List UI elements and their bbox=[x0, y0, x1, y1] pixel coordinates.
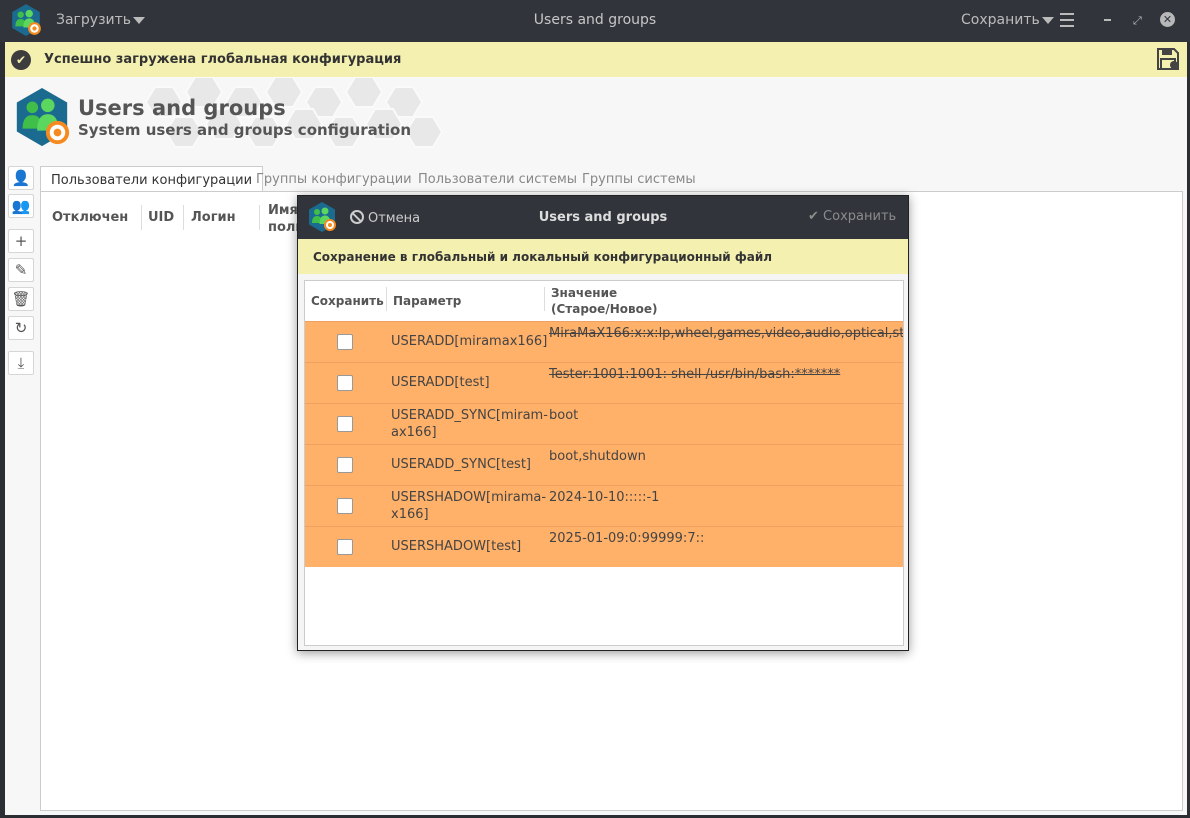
param-cell: USERADD[miramax166] bbox=[391, 334, 548, 349]
close-icon[interactable]: ✕ bbox=[1160, 12, 1175, 27]
value-cell: boot,shutdown bbox=[549, 449, 646, 464]
save-dialog: Отмена Users and groups ✔ Сохранить Сохр… bbox=[297, 195, 909, 651]
notification-bar: ✔ Успешно загружена глобальная конфигура… bbox=[5, 42, 1187, 77]
load-label: Загрузить bbox=[56, 12, 132, 28]
value-cell: Tester:1001:1001: shell /usr/bin/bash:**… bbox=[549, 367, 841, 382]
save-label: Сохранить bbox=[961, 12, 1040, 28]
add-icon[interactable]: + bbox=[8, 229, 34, 253]
row-checkbox[interactable] bbox=[337, 498, 353, 514]
row-checkbox[interactable] bbox=[337, 539, 353, 555]
param-cell: USERADD[test] bbox=[391, 375, 490, 390]
param-cell: USERSHADOW[mirama- x166] bbox=[391, 490, 547, 522]
row-checkbox[interactable] bbox=[337, 457, 353, 473]
cancel-button[interactable]: Отмена bbox=[350, 210, 420, 226]
refresh-icon[interactable]: ↻ bbox=[8, 316, 34, 340]
table-row[interactable]: USERADD[test] Tester:1001:1001: shell /u… bbox=[305, 362, 903, 403]
column-header-param[interactable]: Параметр bbox=[393, 293, 461, 309]
table-row[interactable]: USERADD[miramax166] MiraMaX166:x:x:lp,wh… bbox=[305, 321, 904, 362]
table-row[interactable]: USERADD_SYNC[test] boot,shutdown bbox=[305, 444, 903, 485]
app-logo-icon bbox=[306, 201, 338, 233]
users-groups-logo-icon bbox=[11, 85, 73, 149]
page-title: Users and groups bbox=[78, 96, 286, 120]
delete-icon[interactable]: 🗑 bbox=[8, 287, 34, 311]
tab-system-groups[interactable]: Группы системы bbox=[572, 166, 706, 193]
hamburger-menu-icon[interactable] bbox=[1060, 13, 1074, 27]
save-label: Сохранить bbox=[823, 209, 897, 224]
chevron-down-icon bbox=[1041, 16, 1054, 24]
dialog-notice-text: Сохранение в глобальный и локальный конф… bbox=[313, 250, 773, 264]
dialog-notice: Сохранение в глобальный и локальный конф… bbox=[298, 239, 908, 274]
dialog-titlebar: Отмена Users and groups ✔ Сохранить bbox=[298, 196, 908, 239]
param-cell: USERSHADOW[test] bbox=[391, 539, 522, 554]
param-cell: USERADD_SYNC[miram- ax166] bbox=[391, 408, 548, 440]
check-icon: ✔ bbox=[808, 209, 819, 224]
column-header-save[interactable]: Сохранить bbox=[311, 293, 384, 309]
param-cell: USERADD_SYNC[test] bbox=[391, 457, 532, 472]
table-row[interactable]: USERSHADOW[mirama- x166] 2024-10-10:::::… bbox=[305, 485, 903, 526]
cancel-label: Отмена bbox=[368, 211, 421, 226]
app-logo-icon bbox=[9, 3, 43, 37]
check-circle-icon: ✔ bbox=[11, 50, 31, 70]
tab-system-users[interactable]: Пользователи системы bbox=[408, 166, 587, 193]
column-header-uid[interactable]: UID bbox=[148, 210, 174, 225]
minimize-icon[interactable] bbox=[1104, 19, 1111, 21]
notification-text: Успешно загружена глобальная конфигураци… bbox=[44, 52, 402, 67]
tab-config-users[interactable]: Пользователи конфигурации bbox=[40, 166, 264, 193]
chevron-down-icon bbox=[133, 16, 146, 24]
changes-table: Сохранить Параметр Значение (Старое/Ново… bbox=[304, 280, 904, 646]
dialog-save-button[interactable]: ✔ Сохранить bbox=[808, 209, 896, 224]
save-disk-icon[interactable] bbox=[1155, 46, 1181, 72]
load-menu-button[interactable]: Загрузить bbox=[56, 12, 146, 28]
edit-icon[interactable]: ✎ bbox=[8, 258, 34, 282]
row-checkbox[interactable] bbox=[337, 334, 353, 350]
page-subtitle: System users and groups configuration bbox=[78, 121, 412, 139]
app-header: Users and groups System users and groups… bbox=[5, 77, 1187, 159]
value-cell: MiraMaX166:x:x:lp,wheel,games,video,audi… bbox=[549, 326, 904, 341]
cancel-icon bbox=[350, 210, 364, 224]
window-titlebar: Загрузить Users and groups Сохранить ⤢ ✕ bbox=[0, 0, 1190, 42]
table-row[interactable]: USERADD_SYNC[miram- ax166] boot bbox=[305, 403, 903, 444]
column-header-login[interactable]: Логин bbox=[191, 210, 236, 225]
row-checkbox[interactable] bbox=[337, 416, 353, 432]
column-header-disabled[interactable]: Отключен bbox=[52, 210, 128, 225]
row-checkbox[interactable] bbox=[337, 375, 353, 391]
value-cell: 2024-10-10:::::-1 bbox=[549, 490, 660, 505]
table-row[interactable]: USERSHADOW[test] 2025-01-09:0:99999:7:: bbox=[305, 526, 903, 567]
maximize-icon[interactable]: ⤢ bbox=[1133, 14, 1142, 28]
group-icon[interactable]: 👥 bbox=[8, 194, 34, 218]
save-menu-button[interactable]: Сохранить bbox=[961, 12, 1054, 28]
user-icon[interactable]: 👤 bbox=[8, 166, 34, 190]
value-cell: boot bbox=[549, 408, 579, 423]
column-header-value[interactable]: Значение (Старое/Новое) bbox=[551, 285, 657, 317]
value-cell: 2025-01-09:0:99999:7:: bbox=[549, 531, 705, 546]
tab-config-groups[interactable]: Группы конфигурации bbox=[246, 166, 422, 193]
download-icon[interactable]: ⤓ bbox=[8, 351, 34, 375]
